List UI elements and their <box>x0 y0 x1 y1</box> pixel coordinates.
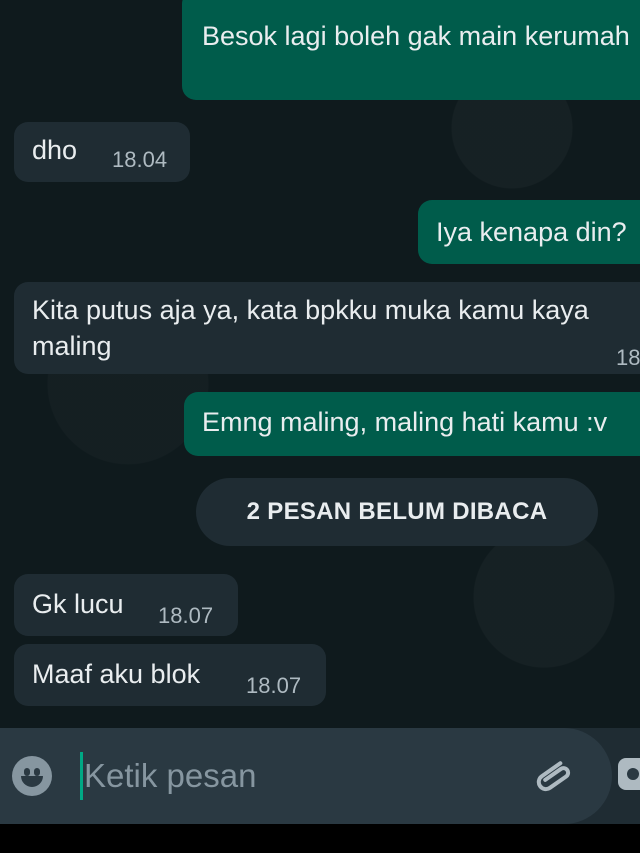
camera-icon[interactable] <box>618 758 640 790</box>
message-time: 18.04 <box>112 147 168 172</box>
message-text: Emng maling, maling hati kamu :v <box>202 407 608 437</box>
outgoing-message[interactable]: Emng maling, maling hati kamu :v <box>184 392 640 456</box>
message-text: dho <box>32 135 78 165</box>
message-input-placeholder: Ketik pesan <box>84 757 257 794</box>
outgoing-message[interactable]: Iya kenapa din? <box>418 200 640 264</box>
message-text: Besok lagi boleh gak main kerumah <box>202 21 630 51</box>
emoji-icon[interactable] <box>12 756 52 796</box>
text-cursor <box>80 752 83 800</box>
message-time: 18.07 <box>158 603 214 628</box>
message-text: Gk lucu <box>32 589 124 619</box>
message-time: 18.07 <box>246 673 302 698</box>
paperclip-icon[interactable] <box>528 752 576 800</box>
message-text-line-1: Kita putus aja ya, kata bpkku muka kamu … <box>32 295 589 325</box>
incoming-message[interactable]: Gk lucu 18.07 <box>14 574 238 636</box>
message-text-line-2: maling <box>32 331 112 361</box>
outgoing-message[interactable]: Besok lagi boleh gak main kerumah <box>182 0 640 100</box>
message-list[interactable]: Besok lagi boleh gak main kerumah dho 18… <box>0 0 640 725</box>
incoming-message[interactable]: dho 18.04 <box>14 122 190 182</box>
message-time: 18.05 <box>616 345 640 370</box>
message-text: Maaf aku blok <box>32 659 201 689</box>
incoming-message[interactable]: Kita putus aja ya, kata bpkku muka kamu … <box>14 282 640 374</box>
bottom-edge <box>0 824 640 853</box>
unread-messages-banner: 2 PESAN BELUM DIBACA <box>196 478 598 546</box>
message-text: Iya kenapa din? <box>436 217 627 247</box>
incoming-message[interactable]: Maaf aku blok 18.07 <box>14 644 326 706</box>
